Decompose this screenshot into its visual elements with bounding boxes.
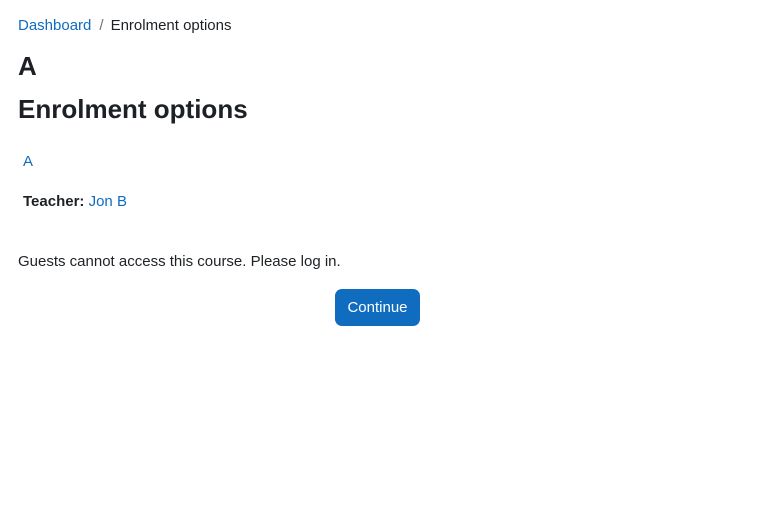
course-summary-box: A Teacher: Jon B <box>23 152 127 212</box>
page-title: Enrolment options <box>18 94 248 124</box>
breadcrumb-separator: / <box>99 17 104 34</box>
teacher-row: Teacher: Jon B <box>23 192 127 212</box>
breadcrumb-item-dashboard[interactable]: Dashboard <box>18 17 91 34</box>
guest-access-notice: Guests cannot access this course. Please… <box>18 253 341 270</box>
teacher-name-link[interactable]: Jon B <box>89 193 127 210</box>
course-title: A <box>18 51 37 81</box>
course-link[interactable]: A <box>23 152 127 172</box>
continue-button[interactable]: Continue <box>335 289 420 326</box>
breadcrumb: Dashboard / Enrolment options <box>18 17 231 35</box>
breadcrumb-item-current: Enrolment options <box>110 17 232 34</box>
teacher-label: Teacher: <box>23 193 85 210</box>
